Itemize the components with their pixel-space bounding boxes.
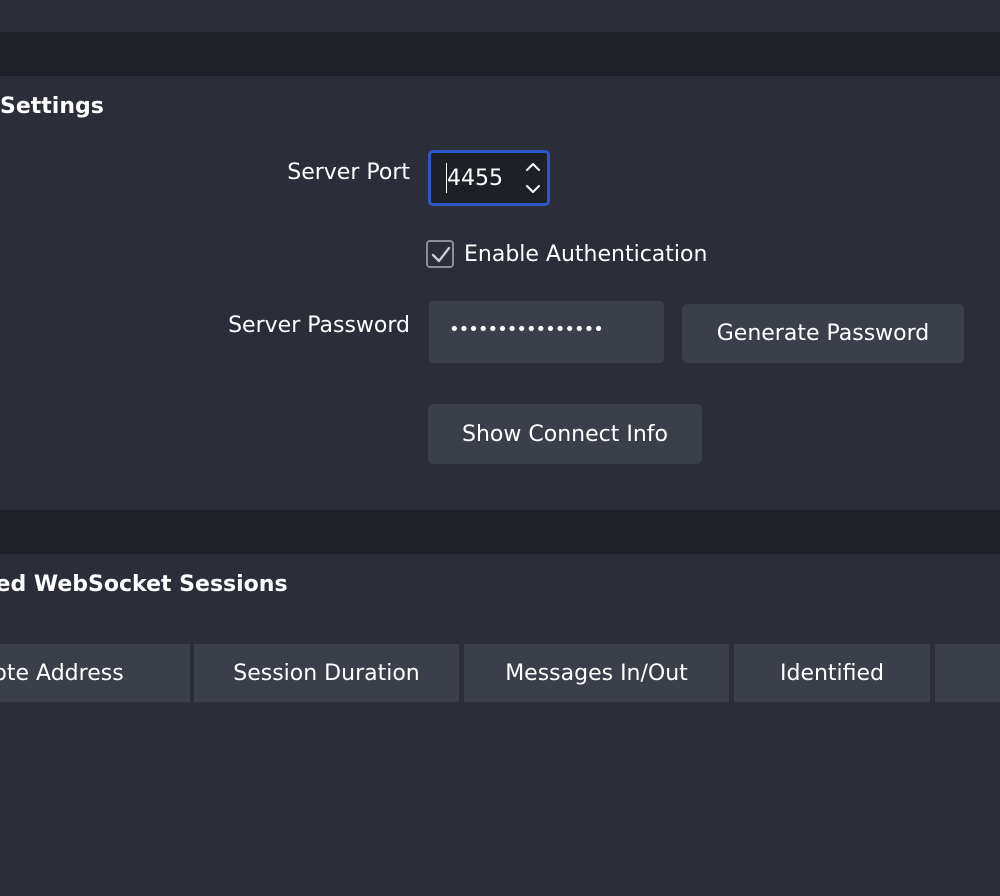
server-port-value[interactable]: 4455: [447, 166, 503, 191]
generate-password-button[interactable]: Generate Password: [682, 304, 964, 363]
column-header-remote-address[interactable]: mote Address: [0, 644, 190, 702]
checkbox-box[interactable]: [426, 240, 454, 268]
sessions-title: cted WebSocket Sessions: [0, 572, 288, 597]
column-header-messages[interactable]: Messages In/Out: [464, 644, 729, 702]
column-header-extra[interactable]: [935, 644, 1000, 702]
enable-authentication-checkbox[interactable]: Enable Authentication: [426, 238, 707, 270]
server-settings-title: Settings: [0, 94, 104, 119]
server-password-value[interactable]: ••••••••••••••••: [449, 319, 604, 340]
server-password-field[interactable]: ••••••••••••••••: [429, 301, 664, 363]
server-port-spinbox[interactable]: 4455: [428, 150, 550, 206]
column-header-identified[interactable]: Identified: [734, 644, 930, 702]
server-port-label: Server Port: [287, 160, 410, 185]
column-header-label: mote Address: [0, 660, 124, 686]
chevron-down-icon[interactable]: [523, 181, 543, 197]
enable-authentication-label[interactable]: Enable Authentication: [464, 242, 707, 267]
server-password-label: Server Password: [228, 313, 410, 338]
checkmark-icon: [431, 246, 451, 263]
chevron-up-icon[interactable]: [523, 159, 543, 175]
section-divider-top: [0, 32, 1000, 76]
sessions-table-header: mote Address Session Duration Messages I…: [0, 644, 1000, 702]
column-header-session-duration[interactable]: Session Duration: [194, 644, 459, 702]
text-caret: [446, 163, 447, 193]
section-divider-middle: [0, 510, 1000, 554]
show-connect-info-button[interactable]: Show Connect Info: [428, 404, 702, 464]
